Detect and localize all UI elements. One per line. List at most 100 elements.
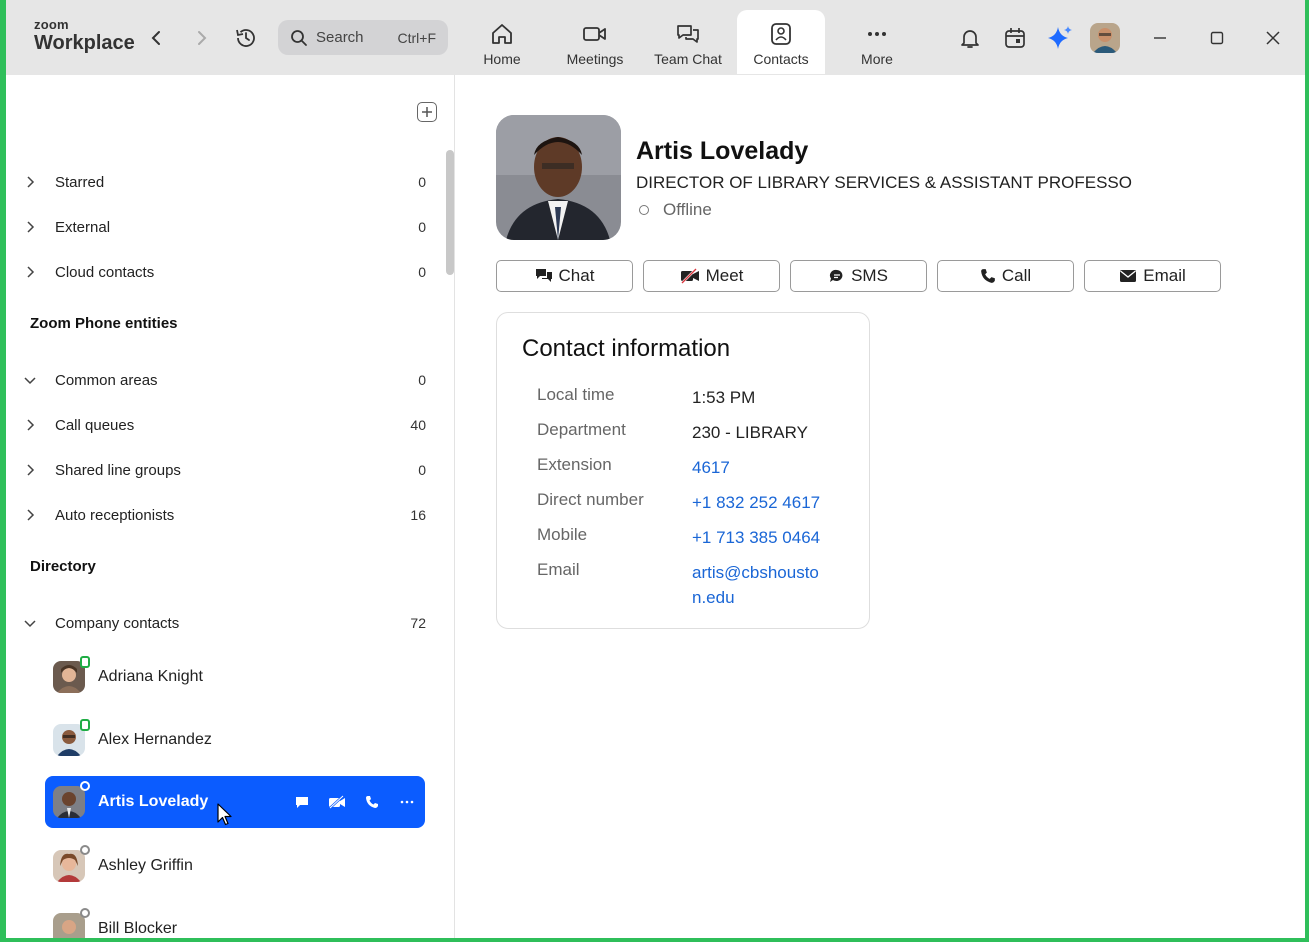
- email-button-label: Email: [1143, 266, 1186, 285]
- contact-row-artis-lovelady[interactable]: Artis Lovelady: [45, 776, 425, 828]
- maximize-button[interactable]: [1203, 24, 1231, 52]
- chevron-right-icon: [27, 464, 35, 476]
- calendar-button[interactable]: [1001, 24, 1029, 52]
- zoom-workplace-logo: zoom Workplace: [34, 18, 135, 53]
- notifications-button[interactable]: [956, 24, 984, 52]
- forward-button[interactable]: [188, 24, 216, 52]
- group-label: Common areas: [55, 371, 158, 389]
- group-label: Cloud contacts: [55, 263, 155, 281]
- avatar-image-icon: [53, 786, 85, 818]
- group-count: 40: [410, 417, 426, 433]
- group-label: External: [55, 218, 111, 236]
- top-bar: zoom Workplace Search Ctrl+F Home Meetin…: [6, 0, 1305, 75]
- contact-row-adriana-knight[interactable]: Adriana Knight: [45, 651, 425, 703]
- chat-icon: [295, 797, 308, 808]
- group-label: Call queues: [55, 416, 135, 434]
- contact-information-title: Contact information: [522, 335, 731, 362]
- row-more-button[interactable]: [396, 792, 417, 812]
- history-icon: [236, 29, 255, 47]
- minimize-icon: [1154, 37, 1166, 39]
- tab-meetings[interactable]: Meetings: [551, 10, 639, 74]
- group-label: Starred: [55, 173, 105, 191]
- group-label: Shared line groups: [55, 461, 181, 479]
- group-company-contacts[interactable]: Company contacts 72: [6, 603, 446, 643]
- chevron-right-icon: [27, 509, 35, 521]
- back-button[interactable]: [142, 24, 170, 52]
- contact-row-ashley-griffin[interactable]: Ashley Griffin: [45, 840, 425, 892]
- row-call-button[interactable]: [361, 792, 382, 812]
- sidebar-scrollbar[interactable]: [446, 150, 454, 275]
- history-button[interactable]: [232, 24, 260, 52]
- close-button[interactable]: [1259, 24, 1287, 52]
- profile-name: Artis Lovelady: [636, 137, 809, 165]
- chat-button[interactable]: Chat: [496, 260, 633, 292]
- search-icon: [291, 29, 307, 46]
- tab-team-chat[interactable]: Team Chat: [644, 10, 732, 74]
- info-key: Email: [537, 560, 580, 579]
- profile-photo-image-icon: [496, 115, 621, 240]
- group-starred[interactable]: Starred 0: [6, 162, 446, 202]
- offline-status-icon: [80, 845, 90, 855]
- contact-detail-panel: Artis Lovelady DIRECTOR OF LIBRARY SERVI…: [456, 75, 1305, 938]
- envelope-icon: [1120, 270, 1137, 282]
- search-box[interactable]: Search Ctrl+F: [278, 20, 448, 55]
- minimize-button[interactable]: [1146, 24, 1174, 52]
- email-button[interactable]: Email: [1084, 260, 1221, 292]
- sms-button[interactable]: SMS: [790, 260, 927, 292]
- section-title-phone-entities: Zoom Phone entities: [30, 315, 178, 332]
- contact-name: Artis Lovelady: [98, 793, 209, 810]
- direct-number-link[interactable]: +1 832 252 4617: [692, 490, 832, 515]
- contact-card-icon: [771, 23, 791, 45]
- meet-button-label: Meet: [705, 266, 744, 285]
- maximize-icon: [1210, 31, 1224, 45]
- info-key: Mobile: [537, 525, 588, 544]
- contact-name: Bill Blocker: [98, 920, 178, 937]
- tab-home[interactable]: Home: [458, 10, 546, 74]
- contact-row-alex-hernandez[interactable]: Alex Hernandez: [45, 714, 425, 766]
- group-external[interactable]: External 0: [6, 207, 446, 247]
- add-contact-button[interactable]: [417, 102, 437, 122]
- chat-button-label: Chat: [558, 266, 595, 285]
- call-button[interactable]: Call: [937, 260, 1074, 292]
- home-icon: [492, 24, 512, 44]
- row-chat-button[interactable]: [291, 792, 312, 812]
- chat-bubbles-icon: [677, 25, 699, 43]
- call-button-label: Call: [1001, 266, 1032, 285]
- info-value: 1:53 PM: [692, 388, 756, 407]
- group-shared-line-groups[interactable]: Shared line groups 0: [6, 450, 446, 490]
- section-title-directory: Directory: [30, 558, 96, 575]
- tab-contacts[interactable]: Contacts: [737, 10, 825, 74]
- logo-big-text: Workplace: [34, 32, 135, 54]
- info-key: Department: [537, 420, 626, 439]
- video-off-icon: [680, 268, 699, 284]
- phone-icon: [980, 269, 995, 283]
- group-count: 0: [418, 372, 426, 388]
- avatar: [53, 913, 85, 938]
- mobile-online-status-icon: [80, 719, 90, 731]
- avatar: [53, 850, 85, 882]
- ai-companion-button[interactable]: [1046, 24, 1074, 52]
- sms-button-label: SMS: [851, 266, 888, 285]
- email-link[interactable]: artis@cbshouston.edu: [692, 560, 832, 610]
- calendar-icon: [1005, 28, 1025, 48]
- tab-more-label: More: [861, 51, 893, 67]
- chevron-right-icon: [198, 31, 207, 45]
- offline-status-icon: [80, 781, 90, 791]
- meet-button[interactable]: Meet: [643, 260, 780, 292]
- mobile-number-link[interactable]: +1 713 385 0464: [692, 525, 832, 550]
- group-common-areas[interactable]: Common areas 0: [6, 360, 446, 400]
- bell-icon: [961, 30, 979, 48]
- extension-link[interactable]: 4617: [692, 455, 832, 480]
- group-count: 0: [418, 462, 426, 478]
- user-avatar-button[interactable]: [1090, 23, 1120, 53]
- row-meet-button[interactable]: [326, 792, 347, 812]
- group-label: Auto receptionists: [55, 506, 175, 524]
- contact-row-bill-blocker[interactable]: Bill Blocker: [45, 903, 425, 938]
- tab-more[interactable]: More: [833, 10, 921, 74]
- group-call-queues[interactable]: Call queues 40: [6, 405, 446, 445]
- chevron-down-icon: [24, 620, 36, 628]
- phone-icon: [365, 796, 378, 808]
- sms-bubble-icon: [830, 269, 843, 282]
- group-auto-receptionists[interactable]: Auto receptionists 16: [6, 495, 446, 535]
- group-cloud-contacts[interactable]: Cloud contacts 0: [6, 252, 446, 292]
